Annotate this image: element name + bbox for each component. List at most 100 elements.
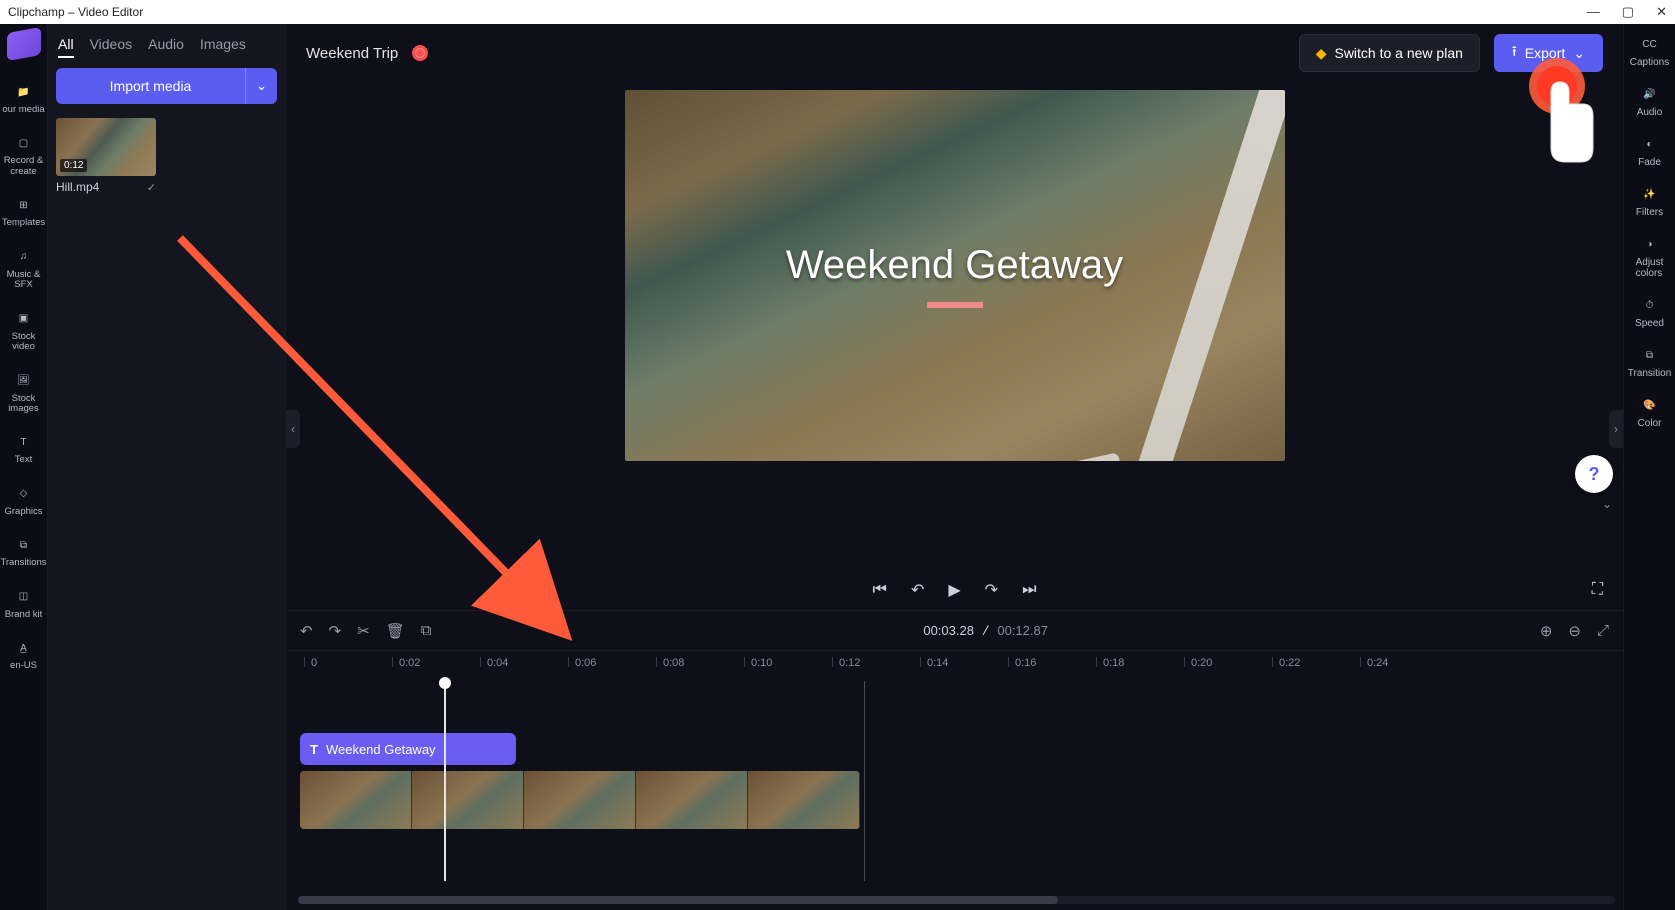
media-tabs: All Videos Audio Images [56, 32, 277, 68]
rightrail-filters[interactable]: ✨ Filters [1624, 184, 1675, 218]
rightrail-transition[interactable]: ⧉ Transition [1624, 345, 1675, 379]
rightrail-adjust-colors[interactable]: ◑ Adjust colors [1624, 234, 1675, 279]
ruler-tick: 0:18 [1096, 657, 1124, 667]
ruler-tick: 0:12 [832, 657, 860, 667]
export-icon: ⭱ [1512, 41, 1517, 65]
diamond-icon: ◆ [1316, 45, 1327, 62]
chevron-down-icon: ⌄ [1573, 45, 1585, 62]
import-media-button[interactable]: Import media [56, 68, 245, 104]
upgrade-plan-button[interactable]: ◆ Switch to a new plan [1299, 34, 1480, 72]
project-name[interactable]: Weekend Trip [306, 45, 398, 62]
fit-timeline-button[interactable]: ⤢ [1597, 622, 1609, 639]
zoom-in-button[interactable]: ⊕ [1540, 622, 1553, 640]
clip-filename: Hill.mp4 [56, 180, 99, 194]
ruler-tick: 0:06 [568, 657, 596, 667]
speaker-icon: 🔊 [1640, 84, 1660, 104]
skip-back-button[interactable]: ⏮ [873, 581, 887, 599]
timeline-scrollbar[interactable] [298, 896, 1615, 904]
notifications-icon[interactable] [412, 45, 428, 61]
minimize-button[interactable]: — [1587, 4, 1600, 20]
sidebar-item-your-media[interactable]: 📁 our media [0, 80, 48, 117]
rightrail-audio[interactable]: 🔊 Audio [1624, 84, 1675, 118]
collapse-media-panel-button[interactable]: ‹ [286, 410, 300, 448]
templates-icon: ⊞ [14, 195, 34, 215]
fullscreen-button[interactable]: ⛶ [1592, 581, 1603, 599]
language-icon: A̲ [14, 638, 34, 658]
rightrail-color[interactable]: 🎨 Color [1624, 395, 1675, 429]
timeline[interactable]: 00:020:040:060:080:100:120:140:160:180:2… [286, 650, 1623, 910]
sidebar-item-text[interactable]: T Text [0, 430, 48, 467]
app-logo [7, 27, 41, 61]
timeline-tracks[interactable]: T Weekend Getaway [286, 681, 1623, 881]
contrast-icon: ◑ [1640, 234, 1660, 254]
tab-all[interactable]: All [58, 36, 74, 58]
sidebar-item-transitions[interactable]: ⧉ Transitions [0, 533, 48, 570]
sidebar-item-record[interactable]: ▢ Record & create [0, 131, 48, 179]
scrollbar-thumb[interactable] [298, 896, 1058, 904]
ruler-tick: 0:02 [392, 657, 420, 667]
camera-icon: ▢ [14, 133, 34, 153]
rightrail-captions[interactable]: CC Captions [1624, 34, 1675, 68]
window-title: Clipchamp – Video Editor [8, 5, 143, 19]
clip-end-marker [864, 681, 865, 881]
text-clip[interactable]: T Weekend Getaway [300, 733, 516, 765]
collapse-properties-panel-button[interactable]: › [1609, 410, 1623, 448]
transitions-icon: ⧉ [14, 535, 34, 555]
center-area: Weekend Trip ◆ Switch to a new plan ⭱ Ex… [286, 24, 1623, 910]
music-icon: ♫ [14, 247, 34, 267]
right-sidebar: CC Captions 🔊 Audio ◐ Fade ✨ Filters ◑ A… [1623, 24, 1675, 910]
clip-duration: 0:12 [60, 159, 87, 172]
playhead[interactable] [444, 681, 446, 881]
delete-button[interactable]: 🗑 [386, 622, 405, 640]
transport-controls: ⏮ ↶ ▶ ↷ ⏭ ⛶ [286, 570, 1623, 610]
split-button[interactable]: ✂ [357, 622, 370, 640]
filters-icon: ✨ [1640, 184, 1660, 204]
text-icon: T [14, 432, 34, 452]
import-dropdown-button[interactable]: ⌄ [245, 68, 277, 104]
help-button[interactable]: ? [1575, 455, 1613, 493]
transition-icon: ⧉ [1640, 345, 1660, 365]
tab-audio[interactable]: Audio [148, 36, 184, 58]
sidebar-item-graphics[interactable]: ◇ Graphics [0, 482, 48, 519]
film-icon: ▣ [14, 309, 34, 329]
tab-images[interactable]: Images [200, 36, 246, 58]
sidebar-item-stock-images[interactable]: 🖼 Stock images [0, 369, 48, 417]
expand-rightrail-button[interactable]: ⌄ [1597, 496, 1617, 512]
sidebar-item-templates[interactable]: ⊞ Templates [0, 193, 48, 230]
sidebar-item-stock-video[interactable]: ▣ Stock video [0, 307, 48, 355]
sidebar-item-locale[interactable]: A̲ en-US [0, 636, 48, 673]
maximize-button[interactable]: ▢ [1622, 4, 1634, 20]
left-sidebar: 📁 our media ▢ Record & create ⊞ Template… [0, 24, 48, 910]
play-button[interactable]: ▶ [948, 580, 960, 600]
forward-5s-button[interactable]: ↷ [985, 580, 998, 600]
sidebar-item-music[interactable]: ♫ Music & SFX [0, 245, 48, 293]
ruler-tick: 0:10 [744, 657, 772, 667]
ruler-tick: 0:22 [1272, 657, 1300, 667]
undo-button[interactable]: ↶ [300, 622, 313, 640]
rightrail-speed[interactable]: ⏱ Speed [1624, 295, 1675, 329]
window-controls: — ▢ ✕ [1587, 4, 1667, 20]
ruler-tick: 0:08 [656, 657, 684, 667]
export-button[interactable]: ⭱ Export ⌄ [1494, 34, 1603, 72]
duplicate-button[interactable]: ⧉ [421, 622, 432, 639]
ruler-tick: 0:20 [1184, 657, 1212, 667]
sidebar-item-brand-kit[interactable]: ◫ Brand kit [0, 585, 48, 622]
timeline-toolbar: ↶ ↷ ✂ 🗑 ⧉ 00:03.28 / 00:12.87 ⊕ ⊖ ⤢ [286, 610, 1623, 650]
timecode: 00:03.28 / 00:12.87 [448, 623, 1524, 639]
brand-icon: ◫ [14, 587, 34, 607]
close-button[interactable]: ✕ [1656, 4, 1667, 20]
tab-videos[interactable]: Videos [90, 36, 133, 58]
rightrail-fade[interactable]: ◐ Fade [1624, 134, 1675, 168]
fade-icon: ◐ [1640, 134, 1660, 154]
palette-icon: 🎨 [1640, 395, 1660, 415]
skip-forward-button[interactable]: ⏭ [1022, 581, 1036, 599]
media-clip[interactable]: 0:12 Hill.mp4 ✓ [56, 118, 156, 194]
video-preview[interactable]: Weekend Getaway [625, 90, 1285, 461]
rewind-5s-button[interactable]: ↶ [911, 580, 924, 600]
zoom-out-button[interactable]: ⊖ [1568, 622, 1581, 640]
timeline-ruler[interactable]: 00:020:040:060:080:100:120:140:160:180:2… [286, 651, 1623, 681]
video-clip[interactable] [300, 771, 860, 829]
shapes-icon: ◇ [14, 484, 34, 504]
redo-button[interactable]: ↷ [329, 622, 342, 640]
ruler-tick: 0:04 [480, 657, 508, 667]
